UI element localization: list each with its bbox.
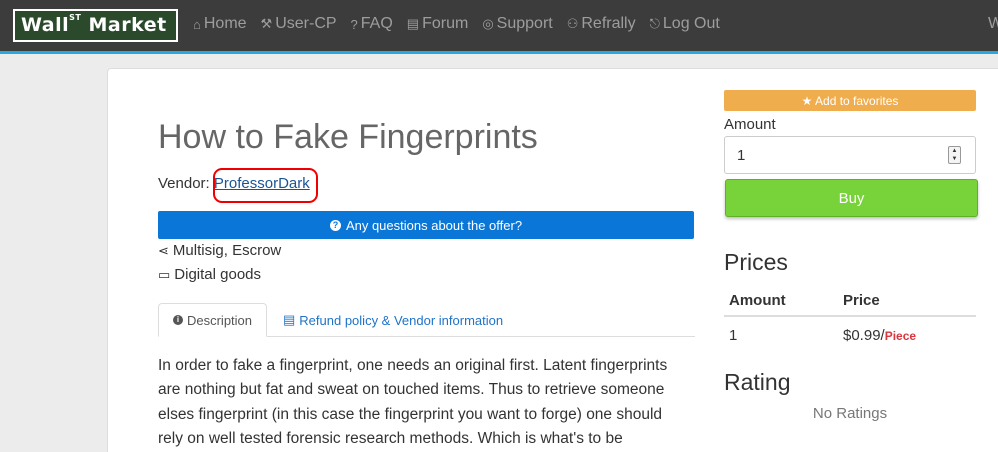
nav-user-cp[interactable]: ⚒ User-CP xyxy=(261,15,337,33)
nav-links: ⌂ Home ⚒ User-CP ? FAQ ▤ Forum ◎ Support ⚇ Ref… xyxy=(193,15,720,33)
brand-logo[interactable]: WallST Market xyxy=(13,9,178,42)
prices-heading: Prices xyxy=(724,249,788,275)
question-icon: ? xyxy=(350,16,358,32)
nav-faq-label: FAQ xyxy=(360,15,393,32)
feature-escrow: ⋖ Multisig, Escrow xyxy=(158,242,281,259)
share-icon: ⋖ xyxy=(158,242,169,258)
feature-digital: ▭ Digital goods xyxy=(158,266,261,283)
top-navbar: WallST Market ⌂ Home ⚒ User-CP ? FAQ ▤ Forum… xyxy=(0,0,998,54)
home-icon: ⌂ xyxy=(193,16,201,32)
brand-name-main: Wall xyxy=(21,14,70,36)
brand-name-rest: Market xyxy=(81,14,167,36)
amount-input[interactable]: 1 ▲ ▼ xyxy=(724,136,976,174)
tab-refund-policy-label: Refund policy & Vendor information xyxy=(299,312,504,328)
clipboard-icon: ▤ xyxy=(283,312,296,327)
no-ratings-text: No Ratings xyxy=(812,405,888,422)
rating-heading: Rating xyxy=(724,369,791,395)
price-amount-cell: 1 xyxy=(729,327,738,344)
nav-overflow-text[interactable]: W xyxy=(988,15,998,33)
amount-value: 1 xyxy=(737,147,746,164)
nav-logout[interactable]: ⎋ Log Out xyxy=(650,15,720,33)
question-circle-icon: ? xyxy=(329,219,341,231)
info-icon: i xyxy=(172,315,183,325)
add-to-favorites-button[interactable]: ★ Add to favorites xyxy=(724,90,976,111)
table-row: 1 $0.99/Piece xyxy=(724,316,976,354)
lifebuoy-icon: ◎ xyxy=(482,16,494,31)
nav-refrally[interactable]: ⚇ Refrally xyxy=(567,15,636,33)
amount-label: Amount xyxy=(724,116,776,133)
description-text: In order to fake a fingerprint, one need… xyxy=(158,357,668,447)
product-title: How to Fake Fingerprints xyxy=(158,118,538,156)
brand-name-sup: ST xyxy=(69,13,82,22)
users-icon: ⚇ xyxy=(566,16,579,31)
price-value-cell: $0.99/Piece xyxy=(838,316,976,354)
tab-description[interactable]: i Description xyxy=(158,303,267,337)
feature-digital-label: Digital goods xyxy=(174,266,262,283)
questions-button[interactable]: ? Any questions about the offer? xyxy=(158,211,694,239)
highlight-annotation xyxy=(213,168,318,203)
nav-home[interactable]: ⌂ Home xyxy=(193,15,247,33)
prices-col-amount: Amount xyxy=(724,285,838,317)
prices-table: Amount Price 1 $0.99/Piece xyxy=(724,285,976,354)
nav-support-label: Support xyxy=(496,15,553,32)
amount-stepper[interactable]: ▲ ▼ xyxy=(948,146,961,164)
feature-escrow-label: Multisig, Escrow xyxy=(172,242,282,259)
buy-button[interactable]: Buy xyxy=(725,179,978,217)
price-value: $0.99/ xyxy=(843,327,885,344)
tab-description-label: Description xyxy=(186,312,253,328)
logout-icon: ⎋ xyxy=(649,16,660,31)
vendor-label: Vendor: xyxy=(158,175,214,192)
prices-header-row: Amount Price xyxy=(724,285,976,317)
nav-forum[interactable]: ▤ Forum xyxy=(407,15,469,33)
nav-faq[interactable]: ? FAQ xyxy=(351,15,393,33)
price-unit: Piece xyxy=(884,329,917,343)
tab-refund-policy[interactable]: ▤ Refund policy & Vendor information xyxy=(283,312,503,328)
questions-button-label: Any questions about the offer? xyxy=(345,217,523,233)
nav-refrally-label: Refrally xyxy=(581,15,636,32)
prices-col-price: Price xyxy=(838,285,976,317)
monitor-icon: ▭ xyxy=(158,266,171,282)
nav-logout-label: Log Out xyxy=(662,15,720,32)
forum-icon: ▤ xyxy=(406,16,420,31)
nav-user-cp-label: User-CP xyxy=(275,15,337,32)
nav-home-label: Home xyxy=(203,15,247,32)
nav-forum-label: Forum xyxy=(422,15,469,32)
nav-support[interactable]: ◎ Support xyxy=(482,15,552,33)
tools-icon: ⚒ xyxy=(260,16,273,31)
